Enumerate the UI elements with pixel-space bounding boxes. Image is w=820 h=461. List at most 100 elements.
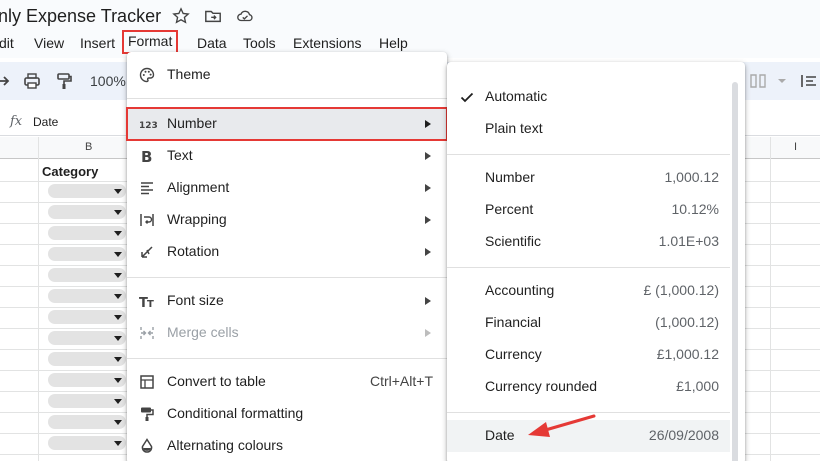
table-icon [140,375,154,389]
paint-format-icon[interactable] [54,71,74,91]
chevron-down-icon [114,420,122,425]
format-menu-rotation[interactable]: Rotation [127,236,447,268]
submenu-arrow-icon [425,297,431,305]
zoom-select[interactable]: 100% [90,73,126,89]
annotation-arrow-icon [528,414,596,437]
menu-separator [447,267,730,268]
menu-item-label: Alignment [167,179,230,195]
chevron-down-icon [114,441,122,446]
wrap-icon [140,214,154,226]
submenu-scrollbar[interactable] [732,82,738,461]
submenu-item-label: Automatic [485,88,548,104]
format-example: £1,000 [676,378,719,394]
rotation-icon [141,246,153,258]
number-format-scientific[interactable]: Scientific 1.01E+03 [447,226,745,258]
format-menu-convert-to-table[interactable]: Convert to table Ctrl+Alt+T [127,366,447,398]
submenu-arrow-icon [425,184,431,192]
menu-view[interactable]: View [34,33,64,55]
svg-text:T: T [147,299,154,309]
menu-item-label: Text [167,147,193,163]
number-format-currency[interactable]: Currency £1,000.12 [447,339,745,371]
align-left-icon [141,182,153,195]
menu-separator [127,277,447,278]
number-submenu: Automatic Plain text Number 1,000.12 Per… [447,62,745,461]
category-dropdown-chip[interactable] [48,268,126,282]
chevron-down-icon [114,378,122,383]
format-example: (1,000.12) [655,314,719,330]
format-menu-alignment[interactable]: Alignment [127,172,447,204]
svg-text:B: B [141,148,152,164]
category-dropdown-chip[interactable] [48,289,126,303]
number-format-plain-text[interactable]: Plain text [447,113,745,145]
number-format-automatic[interactable]: Automatic [447,81,745,113]
format-menu-wrapping[interactable]: Wrapping [127,204,447,236]
submenu-item-label: Accounting [485,282,555,298]
category-dropdown-chip[interactable] [48,310,126,324]
category-dropdown-chip[interactable] [48,352,126,366]
title-bar: nly Expense Tracker [0,0,820,32]
star-icon[interactable] [172,7,190,25]
menu-edit[interactable]: dit [0,33,14,55]
chevron-down-icon [114,210,122,215]
format-menu-alternating-colours[interactable]: Alternating colours [127,430,447,461]
chevron-down-icon[interactable] [772,71,792,91]
format-menu: Theme 123 Number B Text Alignment Wrappi… [126,52,448,461]
format-menu-merge-cells[interactable]: Merge cells [127,317,447,349]
merge-cells-toolbar-icon[interactable] [748,71,768,91]
category-dropdown-chip[interactable] [48,373,126,387]
chevron-down-icon [114,357,122,362]
number-format-accounting[interactable]: Accounting £ (1,000.12) [447,275,745,307]
category-dropdown-chip[interactable] [48,205,126,219]
number-format-number[interactable]: Number 1,000.12 [447,162,745,194]
formula-input[interactable]: Date [33,115,58,129]
submenu-item-label: Date [485,427,515,443]
category-dropdown-chip[interactable] [48,184,126,198]
number-format-percent[interactable]: Percent 10.12% [447,194,745,226]
cloud-saved-icon[interactable] [236,7,254,25]
redo-icon[interactable] [0,71,14,91]
category-header-cell[interactable]: Category [42,164,98,179]
format-example: 10.12% [671,201,719,217]
menu-separator [127,98,447,99]
submenu-item-label: Plain text [485,120,543,136]
document-title[interactable]: nly Expense Tracker [0,6,161,27]
submenu-item-label: Currency [485,346,542,362]
menu-item-label: Merge cells [167,324,239,340]
menu-item-label: Alternating colours [167,437,283,453]
column-b-header[interactable]: B [85,141,92,153]
move-folder-icon[interactable] [204,7,222,25]
menu-format[interactable]: Format [122,30,179,54]
keyboard-shortcut: Ctrl+Alt+T [369,373,433,389]
submenu-item-label: Number [485,169,535,185]
menu-insert[interactable]: Insert [80,33,115,55]
number-highlight-box [126,107,448,141]
category-dropdown-chip[interactable] [48,415,126,429]
category-dropdown-chip[interactable] [48,394,126,408]
format-example: 26/09/2008 [648,427,719,443]
format-menu-theme[interactable]: Theme [127,59,447,91]
print-icon[interactable] [22,71,42,91]
font-size-icon: T T [139,296,154,309]
category-dropdown-chip[interactable] [48,331,126,345]
format-menu-conditional-formatting[interactable]: Conditional formatting [127,398,447,430]
category-dropdown-chip[interactable] [48,226,126,240]
menu-separator [127,358,447,359]
menu-item-label: Wrapping [167,211,227,227]
menu-item-label: Conditional formatting [167,405,304,421]
number-format-currency-rounded[interactable]: Currency rounded £1,000 [447,371,745,403]
format-menu-text[interactable]: B Text [127,140,447,172]
align-left-toolbar-icon[interactable] [800,71,820,91]
column-i-header[interactable]: I [794,141,797,153]
submenu-item-label: Percent [485,201,534,217]
chevron-down-icon [114,336,122,341]
palette-icon [139,67,155,83]
number-format-financial[interactable]: Financial (1,000.12) [447,307,745,339]
merge-icon [140,327,154,339]
format-example: £1,000.12 [656,346,719,362]
category-dropdown-chip[interactable] [48,436,126,450]
category-dropdown-chip[interactable] [48,247,126,261]
menu-item-label: Font size [167,292,224,308]
submenu-arrow-icon [425,248,431,256]
paint-roller-icon [141,407,154,421]
format-menu-font-size[interactable]: T T Font size [127,285,447,317]
